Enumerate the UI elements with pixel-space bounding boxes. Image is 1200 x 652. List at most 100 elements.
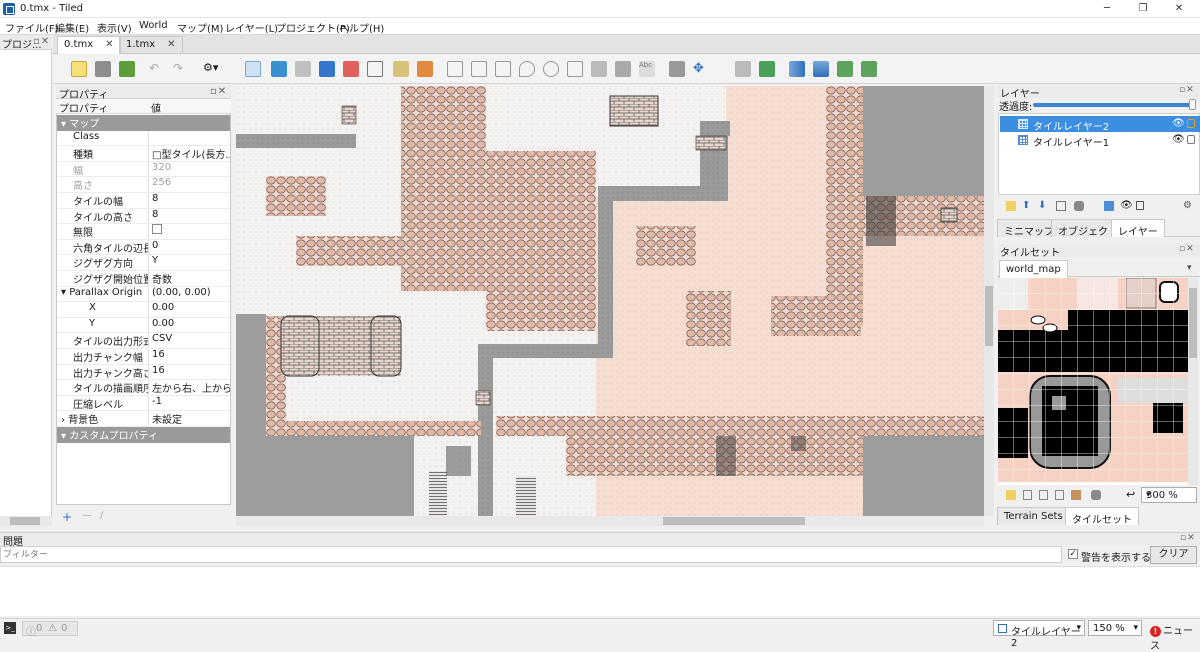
move-icon[interactable]: ✥ [693,61,709,77]
visibility-eye-icon[interactable]: 👁 [1172,134,1185,145]
delete-layer-icon[interactable] [1074,201,1084,211]
property-value[interactable]: -1 [150,396,230,412]
bucket-fill-icon[interactable] [319,61,335,77]
lock-toggle-icon[interactable] [1136,201,1144,210]
tileset-image[interactable] [998,278,1188,485]
menu-edit[interactable]: 編集(E) [55,20,89,35]
tab-tilesets[interactable]: タイルセット [1065,507,1139,526]
property-row[interactable]: ▾ Parallax Origin (0.00, 0.00) [57,286,230,303]
select-objects-icon[interactable] [447,61,463,77]
property-row[interactable]: タイルの描画順序左から右、上から下 [57,380,230,396]
layer-item-tile-layer-2[interactable]: タイルレイヤー2 👁 [1000,116,1200,133]
visibility-eye-icon[interactable]: 👁 [1172,118,1185,129]
property-row[interactable]: ジグザグ開始位置 奇数 [57,271,230,287]
news-button[interactable]: ! ニュース [1150,622,1200,652]
rename-property-icon[interactable]: / [100,510,103,521]
add-property-icon[interactable]: + [62,510,72,524]
stamp-brush-icon[interactable] [245,61,261,77]
dock-float-close-icons[interactable]: ▫✕ [33,36,50,47]
property-row[interactable]: タイルの出力形式 CSV [57,333,230,349]
property-value[interactable]: 0.00 [150,302,230,318]
console-icon[interactable]: >_ [4,622,16,634]
edit-tileset-icon[interactable] [1055,490,1064,500]
dock-float-close-icons[interactable]: ▫✕ [1180,533,1196,543]
map-vscrollbar[interactable] [984,86,994,516]
flip-horizontal-icon[interactable] [789,61,805,77]
property-value[interactable] [150,224,230,240]
embed-tileset-icon[interactable] [1023,490,1032,500]
menu-map[interactable]: マップ(M) [177,20,223,35]
eraser-icon[interactable] [367,61,383,77]
tab-1-tmx[interactable]: 1.tmx ✕ [119,36,183,54]
insert-ellipse-icon[interactable] [543,61,559,77]
lower-layer-icon[interactable]: ⬇ [1038,200,1046,211]
tab-terrain-sets[interactable]: Terrain Sets [997,507,1070,525]
scroll-thumb[interactable] [985,286,993,346]
highlight-layer-icon[interactable] [1104,201,1114,211]
flip-icon[interactable] [669,61,685,77]
issues-filter-field[interactable] [0,546,1062,563]
random-mode-icon[interactable] [735,61,751,77]
property-value[interactable]: 左から右、上から下 [150,380,230,396]
property-row[interactable]: 圧縮レベル -1 [57,395,230,412]
duplicate-layer-icon[interactable] [1056,201,1066,211]
map-hscrollbar[interactable] [236,516,984,526]
property-row[interactable]: 六角タイルの辺長 0 [57,239,230,256]
property-row[interactable]: ジグザグ方向 Y [57,255,230,271]
export-tileset-icon[interactable] [1039,490,1048,500]
dock-float-close-icons[interactable]: ▫✕ [210,86,227,97]
new-file-icon[interactable] [71,61,87,77]
property-value[interactable]: 8 [150,209,230,225]
close-tab-icon[interactable]: ✕ [167,39,175,50]
insert-template-icon[interactable] [615,61,631,77]
remove-property-icon[interactable]: — [82,510,92,521]
property-value[interactable]: 未設定 [150,411,230,427]
dock-float-close-icons[interactable]: ▫✕ [1179,244,1195,254]
property-row[interactable]: 高さ 256 [57,177,230,193]
property-row[interactable]: ▾ マップ [57,115,230,131]
property-value[interactable]: 16 [150,349,230,365]
property-value[interactable]: 奇数 [150,271,230,287]
flip-vertical-icon[interactable] [813,61,829,77]
map-canvas[interactable] [236,86,984,516]
menu-world[interactable]: World [139,20,168,31]
issue-counter-button[interactable]: ⓘ 0 ⚠ 0 [22,621,78,638]
shape-fill-icon[interactable] [343,61,359,77]
property-value[interactable]: (0.00, 0.00) [150,287,230,303]
menu-help[interactable]: ヘルプ(H) [339,20,384,35]
new-layer-icon[interactable] [1006,201,1016,211]
property-row[interactable]: タイルの高さ 8 [57,208,230,225]
wang-fill-icon[interactable] [759,61,775,77]
tab-0-tmx[interactable]: 0.tmx ✕ [57,36,121,54]
command-icon[interactable]: ⚙▾ [203,61,219,77]
save-icon[interactable] [119,61,135,77]
map-tiles[interactable] [236,86,984,516]
scroll-thumb[interactable] [663,517,805,525]
menu-layer[interactable]: レイヤー(L) [225,20,278,35]
scroll-thumb[interactable] [1189,288,1197,358]
property-value[interactable] [150,131,230,147]
property-row[interactable]: Class [57,130,230,147]
property-row[interactable]: 種類 □型タイル(長方... [57,146,230,162]
property-row[interactable]: X 0.00 [57,302,230,318]
property-value[interactable]: 0 [150,240,230,256]
insert-text-icon[interactable]: Abc [639,61,655,77]
opacity-slider-handle[interactable] [1189,99,1196,110]
infinite-checkbox[interactable] [152,224,162,235]
raise-layer-icon[interactable]: ⬆ [1022,200,1030,211]
property-value[interactable]: 320 [150,162,230,178]
dock-float-close-icons[interactable]: ▫✕ [1179,85,1195,95]
property-row[interactable]: 出力チャンク高さ 16 [57,364,230,381]
terrain-brush-icon[interactable] [271,61,287,77]
rotate-left-icon[interactable] [837,61,853,77]
dynamic-wrap-icon[interactable] [1071,490,1081,500]
property-value[interactable]: 16 [150,365,230,381]
property-value[interactable]: CSV [150,333,230,349]
tileset-zoom-select[interactable]: 300 % ▾ [1141,487,1197,503]
layer-settings-icon[interactable]: ⚙ [1183,200,1192,211]
rect-select-icon[interactable] [393,61,409,77]
tileset-view[interactable] [998,278,1188,485]
expand-arrow-icon[interactable]: ▾ [61,431,69,442]
insert-point-icon[interactable] [519,61,535,77]
visibility-toggle-icon[interactable]: 👁 [1120,200,1133,211]
